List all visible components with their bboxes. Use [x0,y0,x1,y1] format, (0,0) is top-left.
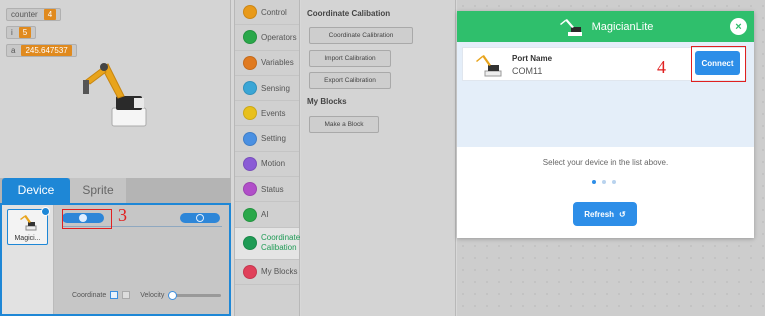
category-coordinate-calibation[interactable]: Coordinate Calibation [235,227,301,260]
device-connect-dialog: MagicianLite × Port Name COM11 4 Connect… [457,11,754,238]
category-dot-icon [243,207,257,222]
device-settings-toggle[interactable] [180,213,220,223]
category-my-blocks[interactable]: My Blocks [235,260,299,285]
category-dot-icon [243,55,257,70]
device-panel: Magici... 3 Coordinate Velocity [0,203,231,316]
palette-heading-calibration: Coordinate Calibation [307,9,391,18]
robot-arm-sprite[interactable] [80,50,156,135]
category-label: Motion [261,159,286,169]
monitor-a: a 245.647537 [6,44,77,57]
category-setting[interactable]: Setting [235,126,299,152]
category-label: Variables [261,58,294,68]
category-motion[interactable]: Motion [235,152,299,178]
monitor-value: 4 [43,9,57,20]
port-value: COM11 [512,66,543,76]
monitor-label: counter [11,10,38,19]
category-dot-icon [243,264,257,279]
category-dot-icon [243,106,257,121]
coordinate-label: Coordinate [72,291,107,299]
export-calibration-button[interactable]: Export Calibration [309,72,391,89]
category-variables[interactable]: Variables [235,51,299,76]
monitor-i: i 5 [6,26,37,39]
category-label: Setting [261,134,286,144]
monitor-value: 5 [18,27,32,38]
annotation-label-3: 3 [118,205,127,225]
port-list: Port Name COM11 4 Connect [457,42,754,147]
close-icon[interactable]: × [730,18,747,35]
coordinate-calibration-button[interactable]: Coordinate Calibration [309,27,413,44]
robot-arm-icon [19,215,36,231]
block-categories: Control Operators Variables Sensing Even… [234,0,300,316]
category-dot-icon [243,81,257,96]
category-dot-icon [243,182,257,197]
palette-heading-my-blocks: My Blocks [307,97,347,106]
category-label: Sensing [261,83,290,93]
dialog-instruction: Select your device in the list above. [542,158,669,167]
refresh-icon: ↺ [619,209,626,219]
category-label: Operators [261,32,297,42]
category-label: Control [261,7,287,17]
block-palette: Coordinate Calibation Coordinate Calibra… [301,0,456,316]
device-settings-icon[interactable] [41,207,50,216]
import-calibration-button[interactable]: Import Calibration [309,50,391,67]
robot-arm-icon [476,55,502,77]
category-label: Status [261,184,284,194]
refresh-label: Refresh [584,209,615,219]
category-status[interactable]: Status [235,177,299,203]
category-label: AI [261,210,269,220]
velocity-label: Velocity [140,291,165,299]
category-dot-icon [243,30,257,45]
category-control[interactable]: Control [235,0,299,26]
category-label: Coordinate Calibation [261,233,301,253]
category-ai[interactable]: AI [235,202,299,228]
category-dot-icon [243,156,257,171]
category-operators[interactable]: Operators [235,25,299,51]
category-dot-icon [243,5,257,20]
tab-device[interactable]: Device [2,178,70,203]
category-events[interactable]: Events [235,101,299,127]
monitor-counter: counter 4 [6,8,62,21]
category-dot-icon [243,236,257,251]
coordinate-velocity-controls: Coordinate Velocity [72,290,222,300]
port-row[interactable]: Port Name COM11 4 Connect [462,46,747,82]
category-label: My Blocks [261,267,298,277]
refresh-button[interactable]: Refresh ↺ [573,202,637,226]
stage-area: counter 4 i 5 a 245.647537 [0,0,231,178]
device-card-magicianlite[interactable]: Magici... [7,207,50,245]
robot-arm-icon [559,18,582,36]
monitor-label: i [11,28,13,37]
device-card-label: Magici... [14,235,41,242]
category-label: Events [261,108,286,118]
annotation-box-3 [62,209,112,229]
coordinate-option[interactable] [122,291,131,299]
monitor-label: a [11,46,16,55]
monitor-value: 245.647537 [21,45,72,56]
device-sprite-tabs: Device Sprite [0,178,231,203]
velocity-slider[interactable] [168,290,222,300]
category-dot-icon [243,131,257,146]
dialog-title: MagicianLite [591,20,654,33]
settings-icon [196,214,204,222]
device-list: Magici... [2,205,54,314]
dialog-header: MagicianLite × [457,11,754,42]
coordinate-checkbox[interactable] [110,291,119,299]
port-name-label: Port Name [512,54,553,63]
annotation-label-4: 4 [657,57,666,77]
make-block-button[interactable]: Make a Block [309,116,379,133]
tab-sprite[interactable]: Sprite [70,178,126,203]
category-sensing[interactable]: Sensing [235,76,299,102]
loading-indicator [592,180,616,184]
connect-button[interactable]: Connect [695,51,740,75]
